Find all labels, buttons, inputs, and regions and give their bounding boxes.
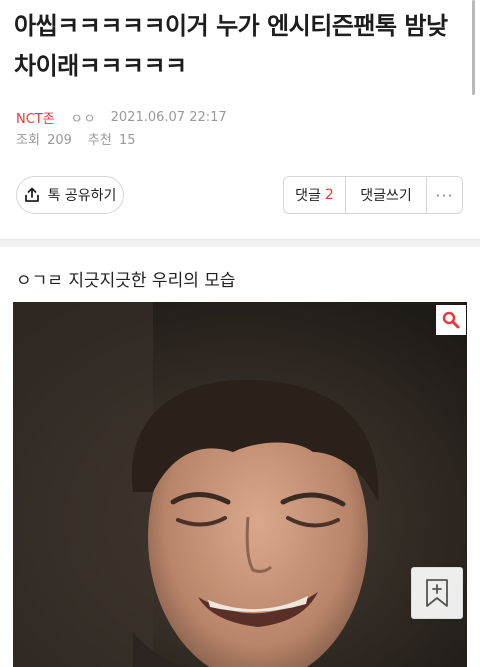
share-button[interactable]: 톡 공유하기 bbox=[16, 176, 124, 214]
view-count-label: 조회 bbox=[16, 133, 40, 148]
category-link[interactable]: NCT존 bbox=[16, 108, 55, 127]
view-count-value: 209 bbox=[47, 133, 72, 148]
post-image[interactable] bbox=[13, 302, 467, 667]
write-comment-button[interactable]: 댓글쓰기 bbox=[345, 176, 427, 214]
post-body-text: ㅇㄱㄹ 지긋지긋한 우리의 모습 bbox=[16, 271, 236, 291]
scrollbar[interactable] bbox=[472, 0, 475, 95]
post-title: 아씹ㅋㅋㅋㅋㅋ이거 누가 엔시티즌팬톡 밤낮차이래ㅋㅋㅋㅋㅋ bbox=[14, 12, 448, 80]
comments-button[interactable]: 댓글 2 bbox=[283, 176, 346, 214]
more-options-icon: ··· bbox=[435, 185, 454, 205]
view-count: 조회 209 bbox=[16, 129, 72, 148]
post-meta-row: NCT존 ㅇㅇ 2021.06.07 22:17 bbox=[16, 108, 227, 127]
author-name[interactable]: ㅇㅇ bbox=[71, 108, 97, 127]
photo-illustration bbox=[13, 302, 467, 667]
post-page: 아씹ㅋㅋㅋㅋㅋ이거 누가 엔시티즌팬톡 밤낮차이래ㅋㅋㅋㅋㅋ NCT존 ㅇㅇ 2… bbox=[0, 0, 480, 667]
comments-button-label: 댓글 bbox=[295, 188, 321, 204]
section-divider bbox=[0, 239, 480, 247]
more-options-button[interactable]: ··· bbox=[426, 176, 463, 214]
image-zoom-button[interactable] bbox=[436, 305, 466, 335]
write-comment-label: 댓글쓰기 bbox=[360, 188, 412, 204]
post-stats-row: 조회 209 추천 15 bbox=[16, 129, 152, 148]
magnifier-icon bbox=[442, 311, 460, 329]
post-date: 2021.06.07 22:17 bbox=[110, 110, 227, 125]
like-count-value: 15 bbox=[118, 133, 136, 148]
bookmark-plus-icon bbox=[426, 579, 448, 607]
bookmark-button[interactable] bbox=[411, 567, 463, 619]
comments-count: 2 bbox=[324, 187, 334, 203]
like-count-label: 추천 bbox=[87, 133, 112, 148]
like-count: 추천 15 bbox=[88, 129, 136, 148]
share-button-label: 톡 공유하기 bbox=[47, 188, 117, 204]
share-icon bbox=[24, 187, 39, 202]
